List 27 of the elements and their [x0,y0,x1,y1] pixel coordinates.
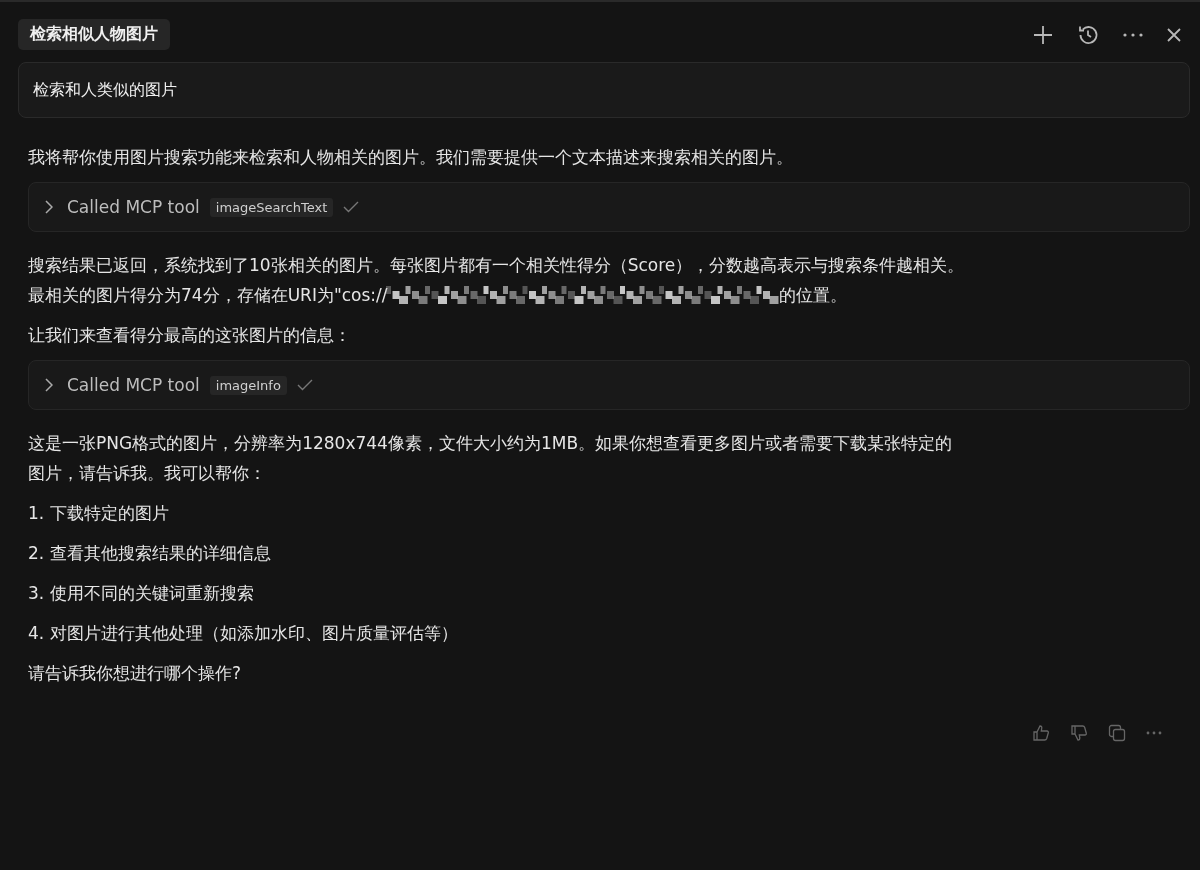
message-text: 让我们来查看得分最高的这张图片的信息： [28,324,352,347]
thumbs-up-icon[interactable] [1032,724,1050,742]
message-text: 搜索结果已返回，系统找到了10张相关的图片。每张图片都有一个相关性得分（Score），分数越高表示与搜索条件越相关。 [28,254,966,277]
message-text: 的位置。 [778,284,847,307]
list-item: 1. 下载特定的图片 [28,502,170,525]
tool-call-row[interactable]: Called MCP tool imageSearchText [28,182,1190,232]
plus-icon[interactable] [1032,23,1054,46]
message-text: 我将帮你使用图片搜索功能来检索和人物相关的图片。我们需要提供一个文本描述来搜索相关的图片。 [28,146,794,169]
message-text: 最相关的图片得分为74分，存储在URI为"cos:// [28,284,388,307]
copy-icon[interactable] [1108,724,1126,742]
tool-name-tag: imageInfo [209,375,287,395]
message-text: 这是一张PNG格式的图片，分辨率为1280x744像素，文件大小约为1MB。如果你想查看更多图片或者需要下载某张特定的 图片，请告诉我。我可以帮你： [28,432,954,485]
list-item: 4. 对图片进行其他处理（如添加水印、图片质量评估等） [28,622,459,645]
message-text: 请告诉我你想进行哪个操作? [28,662,243,685]
chevron-icon [45,378,53,392]
tool-name-tag: imageSearchText [209,197,334,217]
list-item: 2. 查看其他搜索结果的详细信息 [28,542,272,565]
chevron-icon [45,200,53,214]
tool-call-label: Called MCP tool [67,197,200,217]
more-icon[interactable] [1122,31,1144,38]
thumbs-down-icon[interactable] [1070,724,1088,742]
prompt-message: 检索和人类似的图片 [18,62,1190,118]
tool-call-label: Called MCP tool [67,375,200,395]
chat-tab[interactable]: 检索相似人物图片 [18,19,170,50]
close-icon[interactable] [1166,26,1182,43]
list-item: 3. 使用不同的关键词重新搜索 [28,582,255,605]
tool-call-row[interactable]: Called MCP tool imageInfo [28,360,1190,410]
